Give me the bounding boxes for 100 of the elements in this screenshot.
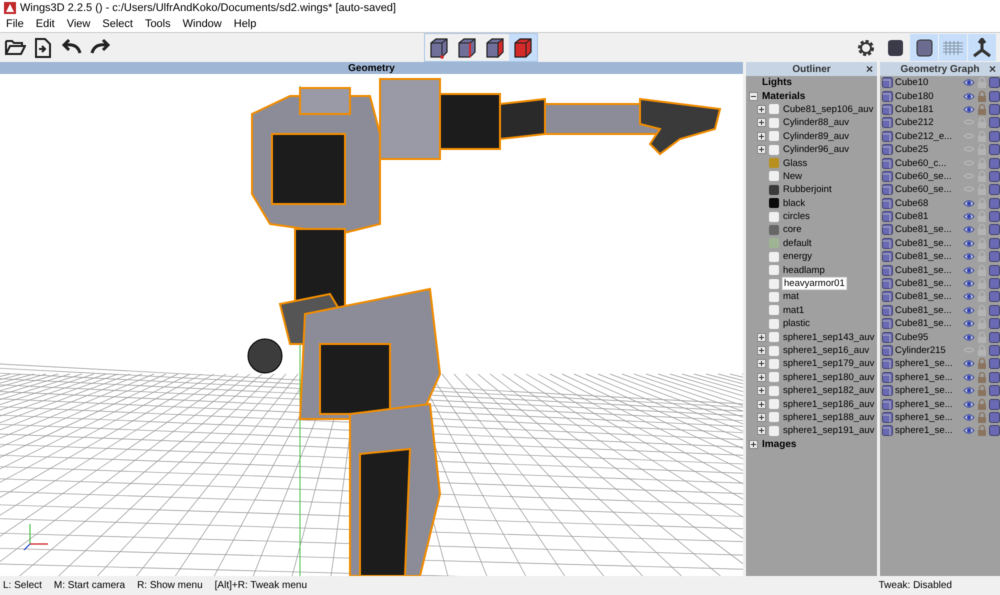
- material-item[interactable]: sphere1_sep179_auv: [782, 358, 876, 370]
- close-button[interactable]: ×: [988, 62, 996, 76]
- eye-icon[interactable]: [963, 426, 975, 436]
- object-name[interactable]: sphere1_se...: [895, 412, 961, 423]
- menu-item[interactable]: Select: [96, 18, 139, 30]
- object-cube-icon[interactable]: [989, 144, 1000, 156]
- material-item[interactable]: sphere1_sep182_auv: [782, 385, 876, 396]
- material-item[interactable]: circles: [782, 211, 811, 222]
- object-name[interactable]: sphere1_se...: [895, 358, 961, 370]
- object-name[interactable]: Cube212_e...: [895, 130, 961, 142]
- object-cube-icon[interactable]: [989, 318, 1000, 330]
- object-name[interactable]: Cube60_se...: [895, 170, 961, 182]
- object-cube-icon[interactable]: [989, 130, 1000, 142]
- material-item[interactable]: sphere1_sep180_auv: [782, 372, 876, 383]
- object-cube-icon[interactable]: [989, 224, 1000, 236]
- object-cube-icon[interactable]: [989, 198, 1000, 209]
- close-button[interactable]: ×: [866, 62, 873, 76]
- view-toggle-button[interactable]: [939, 34, 967, 61]
- menu-item[interactable]: Help: [228, 18, 262, 30]
- material-item[interactable]: Rubberjoint: [782, 184, 833, 196]
- object-name[interactable]: Cube81_se...: [895, 264, 961, 276]
- eye-icon[interactable]: [963, 386, 975, 396]
- material-item[interactable]: sphere1_sep186_auv: [782, 398, 876, 410]
- material-item[interactable]: sphere1_sep143_auv: [782, 332, 876, 343]
- material-item[interactable]: New: [782, 170, 804, 182]
- material-item[interactable]: default: [782, 238, 813, 249]
- view-toggle-button[interactable]: [910, 34, 938, 61]
- material-item[interactable]: sphere1_sep191_auv: [782, 425, 876, 436]
- material-item[interactable]: black: [782, 198, 806, 209]
- eye-icon[interactable]: [963, 372, 975, 382]
- object-cube-icon[interactable]: [989, 77, 1000, 88]
- outliner-category[interactable]: Lights: [761, 77, 793, 88]
- object-cube-icon[interactable]: [989, 278, 1000, 290]
- material-item[interactable]: sphere1_sep16_auv: [782, 345, 870, 356]
- menu-item[interactable]: Window: [176, 18, 228, 30]
- material-item[interactable]: heavyarmor01: [782, 277, 847, 290]
- eye-icon[interactable]: [963, 400, 975, 409]
- object-name[interactable]: Cube60_c...: [895, 158, 961, 169]
- object-cube-icon[interactable]: [989, 170, 1000, 182]
- material-item[interactable]: mat1: [782, 304, 806, 316]
- object-cube-icon[interactable]: [989, 117, 1000, 128]
- menu-item[interactable]: View: [60, 18, 96, 30]
- redo-icon[interactable]: [90, 36, 112, 54]
- undo-icon[interactable]: [60, 36, 82, 54]
- eye-icon[interactable]: [963, 319, 975, 328]
- object-cube-icon[interactable]: [989, 425, 1000, 436]
- eye-icon[interactable]: [963, 359, 975, 368]
- object-name[interactable]: Cylinder215: [895, 345, 961, 356]
- eye-icon[interactable]: [963, 266, 975, 275]
- eye-icon[interactable]: [963, 212, 975, 222]
- object-cube-icon[interactable]: [989, 211, 1000, 222]
- object-cube-icon[interactable]: [989, 412, 1000, 423]
- object-cube-icon[interactable]: [989, 104, 1000, 115]
- material-item[interactable]: headlamp: [782, 264, 826, 276]
- object-name[interactable]: Cube10: [895, 77, 961, 88]
- object-cube-icon[interactable]: [989, 251, 1000, 262]
- material-item[interactable]: energy: [782, 251, 814, 262]
- material-item[interactable]: Cylinder89_auv: [782, 130, 850, 142]
- object-cube-icon[interactable]: [989, 184, 1000, 196]
- object-name[interactable]: Cube81_se...: [895, 318, 961, 330]
- object-name[interactable]: sphere1_se...: [895, 425, 961, 436]
- object-name[interactable]: Cube60_se...: [895, 184, 961, 196]
- expand-icon[interactable]: [757, 118, 766, 128]
- object-cube-icon[interactable]: [989, 264, 1000, 276]
- expand-icon[interactable]: [757, 426, 766, 436]
- object-cube-icon[interactable]: [989, 332, 1000, 343]
- expand-icon[interactable]: [749, 440, 758, 449]
- object-name[interactable]: Cube95: [895, 332, 961, 343]
- expand-icon[interactable]: [757, 359, 766, 368]
- object-cube-icon[interactable]: [989, 304, 1000, 316]
- material-item[interactable]: plastic: [782, 318, 811, 330]
- object-cube-icon[interactable]: [989, 158, 1000, 169]
- object-cube-icon[interactable]: [989, 358, 1000, 370]
- expand-icon[interactable]: [757, 400, 766, 409]
- object-name[interactable]: Cube81_se...: [895, 304, 961, 316]
- object-cube-icon[interactable]: [989, 385, 1000, 396]
- view-toggle-button[interactable]: [968, 34, 996, 61]
- object-cube-icon[interactable]: [989, 345, 1000, 356]
- object-cube-icon[interactable]: [989, 291, 1000, 302]
- object-name[interactable]: Cube81_se...: [895, 278, 961, 290]
- expand-icon[interactable]: [757, 372, 766, 382]
- object-name[interactable]: Cube212: [895, 117, 961, 128]
- expand-icon[interactable]: [757, 386, 766, 396]
- expand-icon[interactable]: [757, 132, 766, 141]
- object-name[interactable]: sphere1_se...: [895, 372, 961, 383]
- outliner-category[interactable]: Materials: [761, 90, 806, 102]
- object-cube-icon[interactable]: [989, 238, 1000, 249]
- material-item[interactable]: mat: [782, 291, 800, 302]
- eye-icon[interactable]: [963, 78, 975, 88]
- eye-icon[interactable]: [963, 92, 975, 101]
- object-name[interactable]: sphere1_se...: [895, 398, 961, 410]
- eye-icon[interactable]: [963, 225, 975, 234]
- object-name[interactable]: Cube81_se...: [895, 224, 961, 236]
- expand-icon[interactable]: [757, 412, 766, 422]
- eye-icon[interactable]: [963, 292, 975, 302]
- eye-icon[interactable]: [963, 279, 975, 288]
- expand-icon[interactable]: [757, 104, 766, 114]
- material-item[interactable]: Cube81_sep106_auv: [782, 104, 874, 115]
- outliner-category[interactable]: Images: [761, 438, 798, 450]
- import-file-icon[interactable]: [34, 36, 52, 58]
